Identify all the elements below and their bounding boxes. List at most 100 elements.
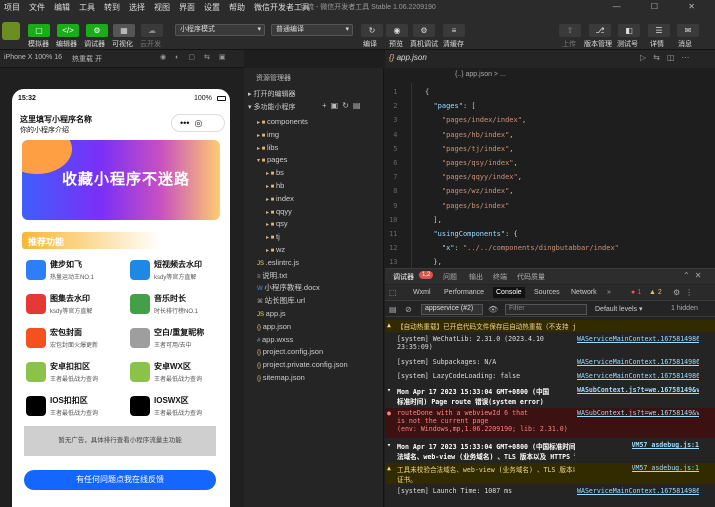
window-controls[interactable]: — ☐ ✕ bbox=[613, 2, 709, 11]
console-source-link[interactable]: VM57 asdebug.js:1 bbox=[632, 441, 700, 449]
more-tabs-icon[interactable]: » bbox=[607, 289, 611, 296]
cloud-dev-icon[interactable]: ☁ bbox=[141, 24, 163, 37]
tree-item[interactable]: {} project.private.config.json bbox=[244, 359, 384, 371]
console-source-link[interactable]: WAServiceMainContext.1675814986v=2.31.0:… bbox=[577, 335, 699, 343]
explorer-actions-icon[interactable]: +▣↻▤ bbox=[322, 101, 365, 110]
avatar[interactable] bbox=[2, 22, 20, 40]
device-select[interactable]: iPhone X 100% 16 bbox=[4, 54, 62, 61]
panel-controls-icon[interactable]: ⌃✕ bbox=[683, 271, 706, 280]
menu-item[interactable]: 文件 bbox=[29, 2, 45, 13]
menu-item[interactable]: 视图 bbox=[154, 2, 170, 13]
console-source-link[interactable]: WAServiceMainContext.1675814986v=2.31.0:… bbox=[577, 487, 699, 495]
tree-item[interactable]: {} sitemap.json bbox=[244, 372, 384, 384]
tree-item[interactable]: ▸ ■ bs bbox=[244, 167, 384, 179]
clear-cache-icon[interactable]: ≡ bbox=[443, 24, 465, 37]
tab-code-quality[interactable]: 代码质量 bbox=[517, 272, 545, 282]
console-source-link[interactable]: VM57 asdebug.js:1 bbox=[632, 464, 700, 472]
menu-item[interactable]: 转到 bbox=[104, 2, 120, 13]
eye-icon[interactable]: 👁 bbox=[488, 305, 498, 314]
feature-item[interactable]: 安卓WX区 王者最低战力查询 bbox=[126, 358, 222, 390]
mode-select[interactable]: 小程序模式 ▾ bbox=[175, 24, 265, 36]
tree-item[interactable]: {} project.config.json bbox=[244, 346, 384, 358]
feedback-button[interactable]: 有任何问题点我在线反馈 bbox=[24, 470, 216, 490]
tree-item[interactable]: {} app.json bbox=[244, 321, 384, 333]
simulator-toggle-icon[interactable]: ▢ bbox=[28, 24, 50, 37]
tree-item[interactable]: ▸ ■ qqyy bbox=[244, 206, 384, 218]
tree-item[interactable]: ⌘ 站长图库.url bbox=[244, 295, 384, 307]
menu-item[interactable]: 设置 bbox=[204, 2, 220, 13]
menu-item[interactable]: 帮助 bbox=[229, 2, 245, 13]
tree-item[interactable]: ▸ ■ qsy bbox=[244, 218, 384, 230]
menu-item[interactable]: 编辑 bbox=[54, 2, 70, 13]
remote-debug-icon[interactable]: ⚙ bbox=[413, 24, 435, 37]
version-icon[interactable]: ⎇ bbox=[589, 24, 611, 37]
sim-tools-icon[interactable]: ◉◐▢⇆▣ bbox=[160, 53, 234, 61]
banner[interactable]: 收藏小程序不迷路 bbox=[22, 140, 220, 220]
preview-icon[interactable]: ◉ bbox=[386, 24, 408, 37]
feature-item[interactable]: 安卓扣扣区 王者最低战力查询 bbox=[22, 358, 118, 390]
editor-tab[interactable]: {} app.json bbox=[389, 53, 427, 62]
feature-item[interactable]: 宏包封面 宏包封面火爆更新 bbox=[22, 324, 118, 356]
messages-icon[interactable]: ✉ bbox=[677, 24, 699, 37]
compile-icon[interactable]: ↻ bbox=[361, 24, 383, 37]
tree-item[interactable]: JS app.js bbox=[244, 308, 384, 320]
tree-item[interactable]: ≡ 说明.txt bbox=[244, 270, 384, 282]
tree-item[interactable]: ▸ ■ hb bbox=[244, 180, 384, 192]
settings-icon[interactable]: ⚙⋮ bbox=[673, 288, 698, 297]
editor-toggle-icon[interactable]: </> bbox=[57, 24, 79, 37]
debugger-toggle-icon[interactable]: ⚙ bbox=[86, 24, 108, 37]
tree-item[interactable]: ▸ ■ components bbox=[244, 116, 384, 128]
menu-item[interactable]: 工具 bbox=[79, 2, 95, 13]
tab-performance[interactable]: Performance bbox=[444, 289, 484, 296]
expand-icon[interactable]: ▾ bbox=[387, 441, 391, 449]
tab-output[interactable]: 输出 bbox=[469, 272, 483, 282]
console-source-link[interactable]: WAServiceMainContext.1675814986v=2.31.0:… bbox=[577, 372, 699, 380]
tab-debugger[interactable]: 调试器 bbox=[393, 272, 414, 282]
compile-select[interactable]: 普通编译 ▾ bbox=[271, 24, 353, 36]
details-icon[interactable]: ☰ bbox=[648, 24, 670, 37]
feature-item[interactable]: 音乐时长 时长排行榜NO.1 bbox=[126, 290, 222, 322]
test-account-icon[interactable]: ◧ bbox=[618, 24, 640, 37]
capsule-menu[interactable]: ••• ◎ bbox=[171, 114, 225, 132]
open-editors-header[interactable]: ▸ 打开的编辑器 bbox=[248, 89, 295, 99]
tree-item[interactable]: JS .eslintrc.js bbox=[244, 257, 384, 269]
console-source-link[interactable]: WASubContext.js?t=we.16758149&v=2.31.0:1 bbox=[577, 409, 699, 417]
tree-item[interactable]: ▸ ■ libs bbox=[244, 142, 384, 154]
upload-icon[interactable]: ⇧ bbox=[559, 24, 581, 37]
project-header[interactable]: ▾ 多功能小程序 bbox=[248, 102, 295, 112]
visual-toggle-icon[interactable]: ▦ bbox=[113, 24, 135, 37]
menu-item[interactable]: 选择 bbox=[129, 2, 145, 13]
tree-item[interactable]: ▾ ■ pages bbox=[244, 154, 384, 166]
clear-console-icon[interactable]: ⊘ bbox=[405, 305, 412, 314]
tab-issues[interactable]: 问题 bbox=[443, 272, 457, 282]
console-source-link[interactable]: WASubContext.js?t=we.16758149&v=2.31.0:1 bbox=[577, 386, 699, 394]
sidebar-toggle-icon[interactable]: ▤ bbox=[389, 305, 397, 314]
menu-item[interactable]: 项目 bbox=[4, 2, 20, 13]
console-source-link[interactable]: WAServiceMainContext.1675814986v=2.31.0:… bbox=[577, 358, 699, 366]
tree-item[interactable]: ▸ ■ index bbox=[244, 193, 384, 205]
context-select[interactable]: appservice (#2) bbox=[421, 304, 483, 315]
levels-select[interactable]: Default levels ▾ bbox=[595, 305, 643, 313]
filter-input[interactable]: Filter bbox=[505, 304, 587, 315]
tree-item[interactable]: W 小程序教程.docx bbox=[244, 282, 384, 294]
feature-item[interactable]: 短视频去水印 ksdy等官方直解 bbox=[126, 256, 222, 288]
menu-item[interactable]: 界面 bbox=[179, 2, 195, 13]
tree-item[interactable]: # app.wxss bbox=[244, 334, 384, 346]
tree-item[interactable]: ▸ ■ img bbox=[244, 129, 384, 141]
tree-item[interactable]: ▸ ■ tj bbox=[244, 231, 384, 243]
expand-icon[interactable]: ▾ bbox=[387, 386, 391, 394]
hotreload-select[interactable]: 热重载 开 bbox=[72, 54, 102, 64]
tree-item[interactable]: ▸ ■ wz bbox=[244, 244, 384, 256]
inspect-icon[interactable]: ⬚ bbox=[389, 288, 397, 297]
feature-item[interactable]: 健步如飞 热量运动王NO.1 bbox=[22, 256, 118, 288]
editor-actions-icon[interactable]: ▷⇆◫⋯ bbox=[640, 53, 696, 62]
tab-network[interactable]: Network bbox=[571, 289, 597, 296]
tab-console[interactable]: Console bbox=[493, 287, 525, 298]
feature-item[interactable]: IOSWX区 王者最低战力查询 bbox=[126, 392, 222, 424]
feature-item[interactable]: IOS扣扣区 王者最低战力查询 bbox=[22, 392, 118, 424]
tab-wxml[interactable]: Wxml bbox=[413, 289, 431, 296]
tab-terminal[interactable]: 终端 bbox=[493, 272, 507, 282]
tab-sources[interactable]: Sources bbox=[534, 289, 560, 296]
feature-item[interactable]: 空白/重复昵称 王者可用/去中 bbox=[126, 324, 222, 356]
feature-item[interactable]: 图集去水印 ksdy等官方直解 bbox=[22, 290, 118, 322]
